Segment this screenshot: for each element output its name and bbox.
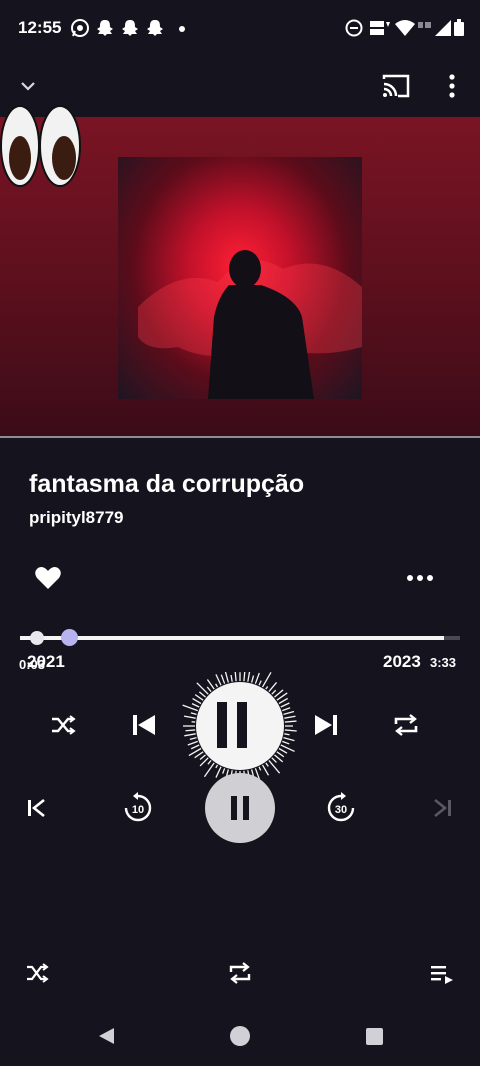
signal-icon <box>434 18 454 38</box>
shuffle-icon[interactable] <box>43 705 83 745</box>
more-vert-icon[interactable] <box>440 70 464 102</box>
home-icon[interactable] <box>230 1026 250 1046</box>
skip-start-icon[interactable] <box>17 788 57 828</box>
battery-icon <box>453 18 465 38</box>
duration-time: 3:33 <box>430 655 457 670</box>
wifi-icon <box>394 18 416 38</box>
repeat-icon[interactable] <box>220 953 260 993</box>
rewind-10-icon[interactable]: 10 <box>118 788 158 828</box>
queue-icon[interactable] <box>422 953 462 993</box>
shuffle-icon[interactable] <box>17 953 57 993</box>
dnd-icon <box>344 18 364 38</box>
snapchat-icon <box>96 18 116 38</box>
notification-dot <box>179 26 185 32</box>
progress-knob[interactable] <box>61 629 78 646</box>
artist-name[interactable]: pripityl8779 <box>29 508 124 528</box>
snapchat-icon <box>121 18 141 38</box>
whatsapp-icon <box>70 18 90 38</box>
skip-end-icon[interactable] <box>422 788 462 828</box>
progress-knob-small[interactable] <box>30 631 44 645</box>
previous-icon[interactable] <box>123 705 163 745</box>
system-nav-bar <box>0 1004 480 1066</box>
progress-fill <box>20 636 444 640</box>
chevron-down-icon[interactable] <box>14 72 42 100</box>
status-time: 12:55 <box>18 18 62 37</box>
song-title: fantasma da corrupção <box>29 470 305 498</box>
snapchat-icon <box>146 18 166 38</box>
forward-30-icon[interactable]: 30 <box>321 788 361 828</box>
heart-icon[interactable] <box>34 564 62 592</box>
pause-button[interactable] <box>205 773 275 843</box>
cast-icon[interactable] <box>380 70 412 102</box>
network-5g-icon <box>417 18 433 38</box>
recents-icon[interactable] <box>366 1028 383 1045</box>
back-icon[interactable] <box>96 1026 116 1046</box>
album-cover <box>118 157 362 399</box>
next-icon[interactable] <box>307 705 347 745</box>
svg-text:10: 10 <box>132 804 144 816</box>
elapsed-time: 0:03 <box>19 657 46 672</box>
more-horiz-icon[interactable] <box>404 570 436 586</box>
eyes-sticker <box>0 102 84 190</box>
svg-text:30: 30 <box>335 804 347 816</box>
duration-time-large: 2023 <box>383 652 421 671</box>
status-bar: 12:55 <box>0 0 480 60</box>
volte-icon <box>369 18 391 38</box>
repeat-icon[interactable] <box>386 705 426 745</box>
